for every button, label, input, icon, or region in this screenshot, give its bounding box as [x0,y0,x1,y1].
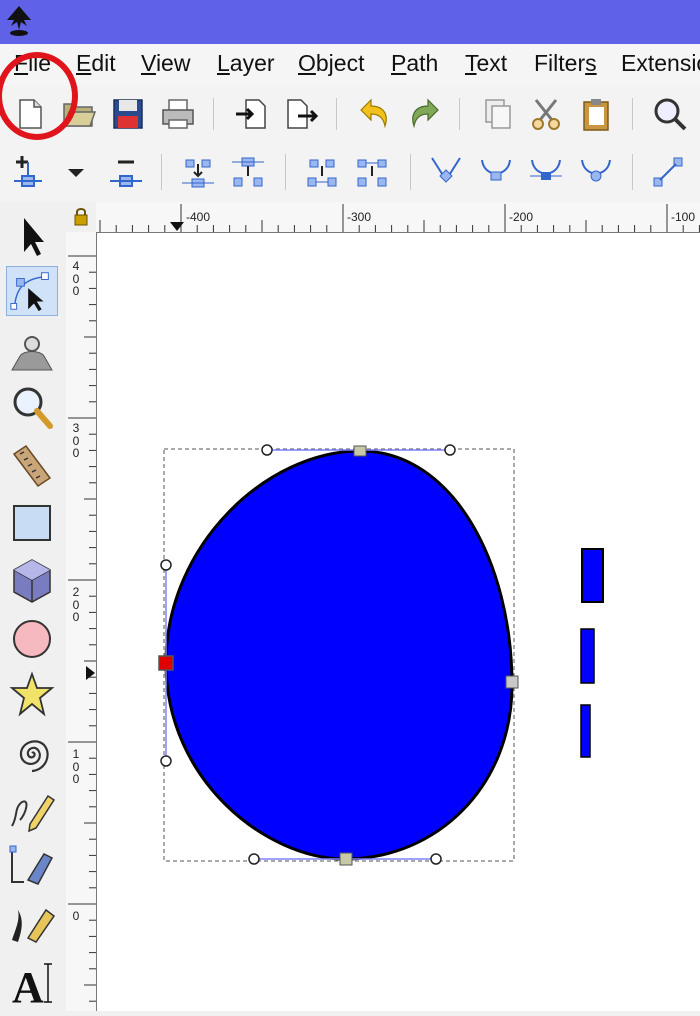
egg-shape[interactable] [164,449,514,861]
symmetric-node-icon[interactable] [526,152,566,192]
toolbar-separator [213,98,214,130]
bezier-handle[interactable] [430,853,442,865]
ruler-corner [66,202,96,232]
path-node[interactable] [339,852,353,866]
toolbox: A [0,202,66,1011]
toolbar-separator [632,154,633,190]
join-nodes-icon[interactable] [178,152,218,192]
break-path-icon[interactable] [228,152,268,192]
vruler-label: 100 [72,747,80,787]
blue-swatch[interactable] [580,628,595,684]
bezier-handle[interactable] [444,444,456,456]
toolbar-separator [410,154,411,190]
save-icon[interactable] [108,94,148,134]
text-tool-icon[interactable]: A [6,958,58,1008]
cusp-node-icon[interactable] [426,152,466,192]
tweak-tool-icon[interactable] [6,326,58,376]
blue-swatch[interactable] [580,704,591,758]
auto-smooth-node-icon[interactable] [576,152,616,192]
vruler-label: 200 [72,585,80,625]
lock-icon [74,208,88,226]
paste-icon[interactable] [576,94,616,134]
menu-path[interactable]: Path [391,50,438,77]
delete-node-icon[interactable] [106,152,146,192]
path-node-selected[interactable] [158,655,174,671]
toolbar-separator [285,154,286,190]
pencil-tool-icon[interactable] [6,786,58,836]
menu-bar: File Edit View Layer Object Path Text Filters Ex… [0,44,700,86]
hruler-label: -400 [186,210,211,224]
commands-toolbar [0,86,700,142]
menu-layer[interactable]: Layer [217,50,275,77]
menu-object[interactable]: Object [298,50,364,77]
undo-icon[interactable] [355,94,395,134]
cut-icon[interactable] [526,94,566,134]
canvas-drawing [158,444,604,866]
menu-view[interactable]: View [141,50,190,77]
ellipse-tool-icon[interactable] [6,614,58,664]
bezier-handle[interactable] [160,559,172,571]
toolbar-separator [632,98,633,130]
join-segment-icon[interactable] [302,152,342,192]
hruler-label: -100 [671,210,696,224]
import-icon[interactable] [232,94,272,134]
hruler-label: -300 [347,210,372,224]
export-icon[interactable] [282,94,322,134]
toolbar-separator [336,98,337,130]
vruler-label: 0 [72,909,80,923]
zoom-icon[interactable] [650,94,690,134]
redo-icon[interactable] [404,94,444,134]
smooth-node-icon[interactable] [476,152,516,192]
spiral-tool-icon[interactable] [6,728,58,778]
menu-filters[interactable]: Filters [534,50,597,77]
blue-swatch[interactable] [581,548,604,603]
title-bar [0,0,700,44]
inkscape-logo-icon [7,6,31,36]
menu-edit[interactable]: Edit [76,50,116,77]
pen-tool-icon[interactable] [6,842,58,892]
node-tool-icon [10,272,49,312]
svg-text:A: A [12,963,44,1008]
duplicate-icon[interactable] [478,94,518,134]
bezier-handle[interactable] [160,755,172,767]
insert-node-icon[interactable] [8,152,48,192]
menu-extensions[interactable]: Extensio [621,50,700,77]
line-segment-icon[interactable] [648,152,688,192]
vertical-ruler-ticks [68,255,96,1002]
node-tool-button[interactable] [6,266,58,316]
selector-tool-icon[interactable] [6,212,58,262]
print-icon[interactable] [158,94,198,134]
pointer-marker-icon [86,666,95,680]
path-node[interactable] [353,445,367,457]
vruler-label: 300 [72,421,80,461]
path-node[interactable] [505,675,519,689]
node-tool-controls [0,142,700,203]
horizontal-ruler: -400 -300 -200 -100 [96,202,700,233]
bezier-handle[interactable] [248,853,260,865]
star-tool-icon[interactable] [6,670,58,720]
vertical-ruler: 400 300 200 100 0 [66,232,97,1011]
toolbar-separator [459,98,460,130]
calligraphy-tool-icon[interactable] [6,900,58,950]
menu-text[interactable]: Text [465,50,507,77]
rectangle-tool-icon[interactable] [6,498,58,548]
vruler-label: 400 [72,259,80,299]
measure-tool-icon[interactable] [6,440,58,490]
bezier-handle[interactable] [261,444,273,456]
3d-box-tool-icon[interactable] [6,556,58,606]
toolbar-separator [161,154,162,190]
dropdown-icon[interactable] [56,152,96,192]
hruler-label: -200 [509,210,534,224]
delete-segment-icon[interactable] [352,152,392,192]
pointer-marker-icon [170,222,184,231]
drawing-canvas[interactable] [97,233,700,1011]
zoom-tool-icon[interactable] [6,382,58,432]
